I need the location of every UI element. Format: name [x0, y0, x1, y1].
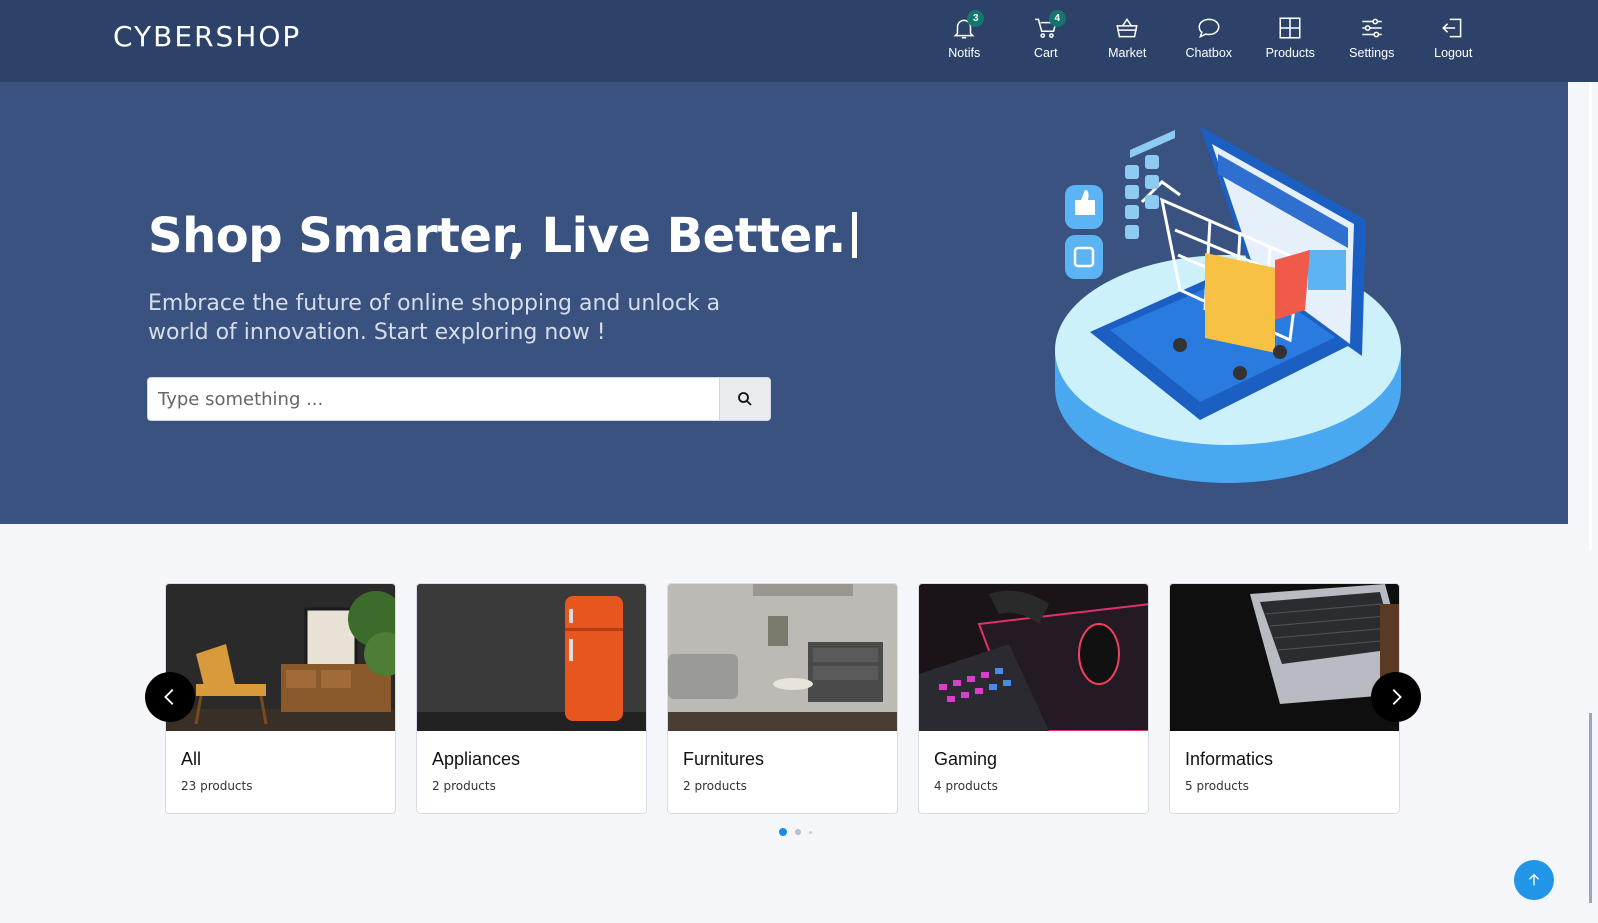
nav-notifs-label: Notifs — [948, 46, 981, 60]
nav-market[interactable]: Market — [1087, 12, 1169, 60]
category-count: 5 products — [1185, 779, 1249, 793]
sofa-room-photo — [668, 584, 897, 731]
sliders-icon — [1356, 12, 1388, 44]
scrollbar-thumb[interactable] — [1589, 713, 1592, 903]
hero-headline-text: Shop Smarter, Live Better. — [148, 208, 846, 264]
category-count: 2 products — [432, 779, 496, 793]
nav-chatbox[interactable]: Chatbox — [1168, 12, 1250, 60]
cart-badge: 4 — [1048, 10, 1066, 27]
shopping-cart-laptop-illustration — [1055, 126, 1401, 483]
nav-settings-label: Settings — [1349, 46, 1395, 60]
category-card-gaming[interactable]: Gaming 4 products — [918, 583, 1149, 814]
category-card-informatics[interactable]: Informatics 5 products — [1169, 583, 1400, 814]
back-to-top-button[interactable] — [1514, 860, 1554, 900]
nav-products-label: Products — [1265, 46, 1315, 60]
scrollbar-thumb-top[interactable] — [1589, 82, 1592, 550]
category-count: 2 products — [683, 779, 747, 793]
living-room-chair-photo — [166, 584, 395, 731]
carousel-pagination — [779, 828, 812, 836]
typing-cursor — [851, 212, 857, 258]
nav-cart-label: Cart — [1033, 46, 1058, 60]
basket-icon — [1111, 12, 1143, 44]
nav-logout-label: Logout — [1434, 46, 1473, 60]
bell-icon: 3 — [948, 10, 985, 44]
carousel-dot-3[interactable] — [809, 830, 812, 834]
category-title: Gaming — [934, 749, 998, 769]
category-title: Informatics — [1185, 749, 1274, 769]
hero-subtext: Embrace the future of online shopping an… — [148, 291, 721, 345]
logout-icon — [1437, 12, 1469, 44]
cart-icon: 4 — [1030, 10, 1066, 44]
nav-logout[interactable]: Logout — [1413, 12, 1495, 60]
category-title: Furnitures — [683, 749, 765, 769]
scrollbar-track[interactable] — [1568, 82, 1598, 923]
carousel-prev-button[interactable] — [145, 672, 195, 722]
notifs-badge: 3 — [967, 10, 985, 27]
top-navbar: CYBERSHOP 3 Notifs 4 Cart Market Chatbox… — [0, 0, 1598, 82]
hero-headline: Shop Smarter, Live Better. — [148, 208, 857, 264]
search-button[interactable] — [719, 378, 770, 420]
brand-logo[interactable]: CYBERSHOP — [113, 20, 301, 53]
category-count: 4 products — [934, 779, 998, 793]
orange-fridge-photo — [417, 584, 646, 731]
chat-bubble-icon — [1193, 12, 1225, 44]
nav-chatbox-label: Chatbox — [1185, 46, 1233, 60]
carousel-next-button[interactable] — [1371, 672, 1421, 722]
chevron-right-icon — [1392, 689, 1402, 705]
laptop-photo — [1170, 584, 1399, 731]
category-title: All — [181, 749, 202, 769]
category-title: Appliances — [432, 749, 521, 769]
main-nav: 3 Notifs 4 Cart Market Chatbox Products … — [924, 10, 1495, 60]
category-carousel: All 23 products Appliances 2 products Fu… — [165, 583, 1400, 814]
nav-notifs[interactable]: 3 Notifs — [924, 10, 1006, 60]
grid-icon — [1274, 12, 1306, 44]
category-card-all[interactable]: All 23 products — [165, 583, 396, 814]
gaming-keyboard-mouse-photo — [919, 584, 1148, 731]
search-bar — [147, 377, 771, 421]
category-card-furnitures[interactable]: Furnitures 2 products — [667, 583, 898, 814]
nav-cart[interactable]: 4 Cart — [1005, 10, 1087, 60]
chevron-left-icon — [164, 689, 174, 705]
category-count: 23 products — [181, 779, 253, 793]
nav-products[interactable]: Products — [1250, 12, 1332, 60]
carousel-dot-2[interactable] — [795, 829, 801, 835]
nav-settings[interactable]: Settings — [1331, 12, 1413, 60]
carousel-dot-1[interactable] — [779, 828, 787, 836]
nav-market-label: Market — [1108, 46, 1147, 60]
search-icon — [738, 392, 752, 406]
search-input[interactable] — [148, 378, 719, 420]
arrow-up-icon — [1528, 873, 1540, 886]
category-card-appliances[interactable]: Appliances 2 products — [416, 583, 647, 814]
